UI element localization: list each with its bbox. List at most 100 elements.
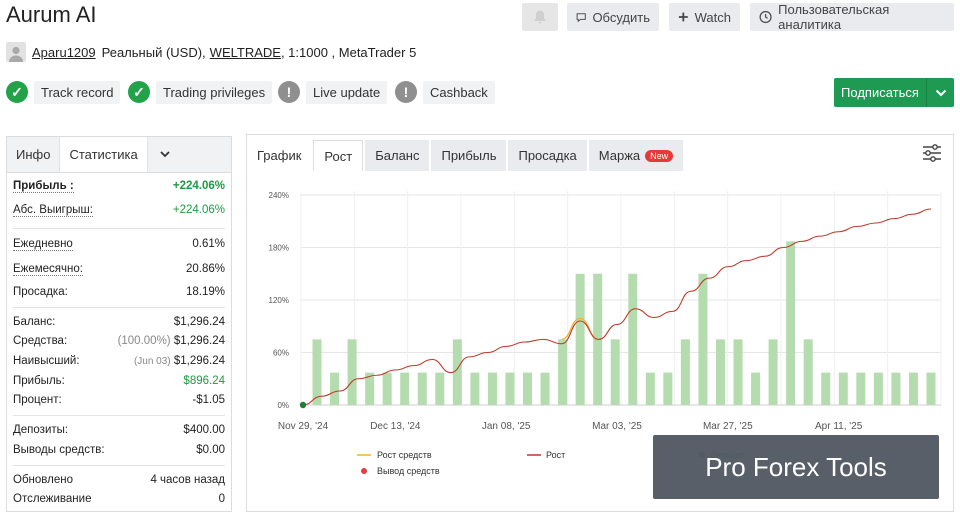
stat-label: Обновлено bbox=[13, 474, 73, 486]
tab-growth[interactable]: Рост bbox=[313, 140, 364, 171]
stat-abs-gain: Абс. Выигрыш: +224.06% bbox=[13, 201, 225, 219]
bar bbox=[417, 372, 427, 405]
stat-value: 4 часов назад bbox=[150, 474, 225, 486]
bar bbox=[715, 339, 725, 405]
broker-link[interactable]: WELTRADE bbox=[210, 45, 281, 60]
stat-label: Средства: bbox=[13, 335, 68, 347]
subscribe-button[interactable]: Подписаться bbox=[834, 78, 954, 107]
username-link[interactable]: Aparu1209 bbox=[32, 45, 96, 60]
tab-balance[interactable]: Баланс bbox=[365, 140, 430, 171]
chevron-down-icon bbox=[160, 151, 170, 158]
bar bbox=[558, 339, 568, 405]
stat-value: 0.61% bbox=[192, 238, 225, 250]
chevron-down-icon[interactable] bbox=[926, 78, 954, 107]
tab-statistics[interactable]: Статистика bbox=[59, 137, 148, 172]
bar bbox=[786, 241, 796, 405]
stats-panel: Инфо Статистика Прибыль : +224.06% Абс. … bbox=[6, 136, 232, 512]
stat-label[interactable]: Ежедневно bbox=[13, 238, 73, 251]
legend-growth-label: Рост bbox=[546, 450, 565, 460]
tab-margin[interactable]: Маржа New bbox=[588, 140, 684, 171]
badge-live-update[interactable]: ! Live update bbox=[278, 80, 388, 104]
x-tick-label: Mar 03, '25 bbox=[592, 421, 642, 432]
x-tick-label: Nov 29, '24 bbox=[278, 421, 329, 432]
new-badge: New bbox=[645, 149, 674, 162]
user-icon bbox=[9, 46, 23, 62]
bar bbox=[470, 372, 480, 405]
notify-button[interactable] bbox=[522, 3, 558, 31]
tab-info[interactable]: Инфо bbox=[7, 137, 59, 172]
badge-track-record[interactable]: ✓ Track record bbox=[6, 80, 121, 104]
bar bbox=[856, 372, 866, 405]
bar bbox=[347, 339, 357, 405]
chart-settings-icon[interactable] bbox=[921, 143, 943, 163]
bar bbox=[540, 372, 550, 405]
tab-drawdown[interactable]: Просадка bbox=[508, 140, 587, 171]
tab-profit[interactable]: Прибыль bbox=[431, 140, 507, 171]
x-tick-label: Jan 08, '25 bbox=[482, 421, 531, 432]
bar bbox=[838, 372, 848, 405]
stat-label: Баланс: bbox=[13, 316, 56, 328]
account-details: , 1:1000 , MetaTrader 5 bbox=[280, 44, 417, 60]
legend-withdraw-swatch bbox=[361, 468, 367, 474]
stat-label[interactable]: Прибыль : bbox=[13, 180, 74, 193]
account-type: Реальный (USD), bbox=[101, 44, 206, 60]
stat-label[interactable]: Абс. Выигрыш: bbox=[13, 204, 93, 217]
x-tick-label: Mar 27, '25 bbox=[703, 421, 753, 432]
stat-withdrawals: Выводы средств: $0.00 bbox=[13, 441, 225, 459]
divider bbox=[13, 465, 225, 466]
bar bbox=[400, 372, 410, 405]
bar bbox=[628, 273, 638, 405]
bar bbox=[575, 273, 585, 405]
legend-withdraw-label: Вывод средств bbox=[377, 466, 440, 476]
stat-interest: Процент: -$1.05 bbox=[13, 391, 225, 409]
stat-label: Отслеживание bbox=[13, 493, 92, 505]
watch-button[interactable]: Watch bbox=[669, 3, 740, 31]
exclamation-icon: ! bbox=[395, 81, 417, 103]
bell-icon bbox=[534, 10, 546, 24]
stat-value: $896.24 bbox=[183, 375, 225, 387]
bar bbox=[698, 273, 708, 405]
bar bbox=[873, 372, 883, 405]
y-tick-label: 0% bbox=[277, 401, 289, 410]
stat-label: Просадка: bbox=[13, 286, 68, 298]
tab-chart[interactable]: График bbox=[247, 140, 311, 171]
stat-balance: Баланс: $1,296.24 bbox=[13, 313, 225, 331]
stat-tracking: Отслеживание 0 bbox=[13, 490, 225, 508]
stat-label: Прибыль: bbox=[13, 375, 65, 387]
y-tick-label: 60% bbox=[273, 349, 289, 358]
stats-tabs: Инфо Статистика bbox=[7, 137, 231, 173]
stat-highest: Наивысший: (Jun 03) $1,296.24 bbox=[13, 352, 225, 370]
stat-label[interactable]: Ежемесячно: bbox=[13, 263, 83, 276]
stat-equity: Средства: (100.00%) $1,296.24 bbox=[13, 332, 225, 350]
bar bbox=[768, 339, 778, 405]
stat-profit-abs: Прибыль: $896.24 bbox=[13, 372, 225, 390]
x-tick-label: Dec 13, '24 bbox=[370, 421, 421, 432]
subscribe-label: Подписаться bbox=[841, 85, 919, 100]
stat-value: $0.00 bbox=[196, 444, 225, 456]
stat-label: Депозиты: bbox=[13, 424, 69, 436]
bar bbox=[803, 339, 813, 405]
avatar bbox=[6, 42, 26, 62]
badge-trading-privileges[interactable]: ✓ Trading privileges bbox=[128, 80, 273, 104]
stat-value: $400.00 bbox=[183, 424, 225, 436]
chart-tabs: График Рост Баланс Прибыль Просадка Марж… bbox=[247, 140, 685, 171]
custom-analytics-button[interactable]: Пользовательская аналитика bbox=[750, 2, 954, 32]
stat-value: -$1.05 bbox=[192, 394, 225, 406]
stat-value: $1,296.24 bbox=[173, 355, 225, 367]
bar bbox=[663, 372, 673, 405]
analytics-label: Пользовательская аналитика bbox=[778, 2, 890, 32]
bar bbox=[680, 339, 690, 405]
badge-cashback[interactable]: ! Cashback bbox=[395, 80, 495, 104]
stat-muted: (100.00%) bbox=[117, 335, 171, 347]
discuss-button[interactable]: Обсудить bbox=[567, 3, 659, 31]
stat-drawdown: Просадка: 18.19% bbox=[13, 283, 225, 301]
exclamation-icon: ! bbox=[278, 81, 300, 103]
badge-label: Track record bbox=[34, 80, 121, 104]
bar bbox=[312, 339, 322, 405]
tabs-dropdown[interactable] bbox=[148, 137, 182, 172]
deposit-point bbox=[299, 401, 307, 409]
legend-equity-label: Рост средств bbox=[377, 450, 432, 460]
bar bbox=[435, 372, 445, 405]
watch-label: Watch bbox=[694, 9, 731, 25]
stat-deposits: Депозиты: $400.00 bbox=[13, 421, 225, 439]
